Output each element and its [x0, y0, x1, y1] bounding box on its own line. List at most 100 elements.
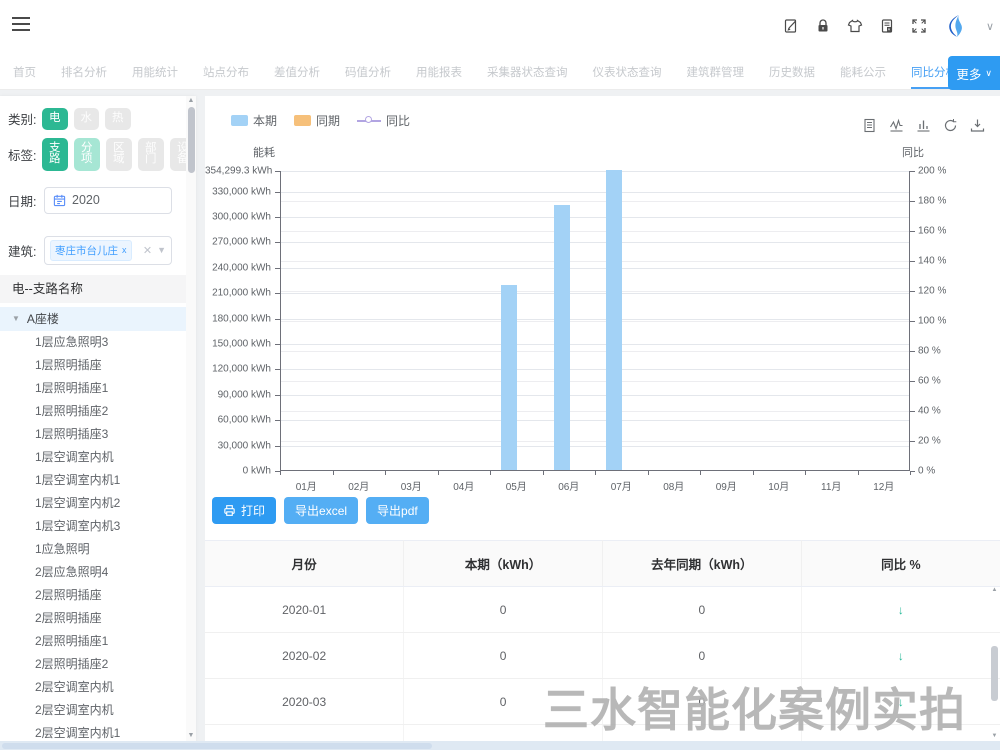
- tree-item[interactable]: 1层照明插座2: [0, 400, 196, 423]
- tree-item[interactable]: 1层照明插座1: [0, 377, 196, 400]
- tree-item[interactable]: 2层应急照明4: [0, 561, 196, 584]
- scroll-down-icon[interactable]: ▼: [186, 731, 196, 741]
- tab-差值分析[interactable]: 差值分析: [274, 56, 320, 89]
- yoy-bar-chart[interactable]: 354,299.3 kWh330,000 kWh300,000 kWh270,0…: [205, 96, 1000, 516]
- tag-chip-区域[interactable]: 区域: [106, 138, 132, 171]
- export-pdf-button[interactable]: 导出pdf: [366, 497, 429, 524]
- tab-bar: 首页 排名分析 用能统计站点分布 差值分析 码值分析用能报表采集器状态查询仪表状态查询建…: [0, 56, 1000, 90]
- select-clear-icon[interactable]: ✕: [143, 244, 152, 257]
- tab-建筑群管理[interactable]: 建筑群管理: [687, 56, 745, 89]
- tag-chip-部门[interactable]: 部门: [138, 138, 164, 171]
- tag-chip-支路[interactable]: 支路: [42, 138, 68, 171]
- tree-collapse-icon[interactable]: ▼: [12, 314, 20, 323]
- tree-item[interactable]: 1层照明插座: [0, 354, 196, 377]
- tab-历史数据[interactable]: 历史数据: [769, 56, 815, 89]
- table-row[interactable]: 2020-0400↓: [205, 725, 1000, 742]
- gridline-right: [281, 321, 909, 322]
- tree-item[interactable]: 2层照明插座1: [0, 630, 196, 653]
- category-chip-水[interactable]: 水: [74, 108, 100, 130]
- cell-last-year: 0: [603, 587, 802, 633]
- tree-item[interactable]: 1层空调室内机1: [0, 469, 196, 492]
- tree-item[interactable]: 2层空调室内机: [0, 699, 196, 722]
- y-axis-label-right: 200 %: [918, 166, 946, 177]
- y-tick: [910, 411, 915, 412]
- cell-last-year: 0: [603, 725, 802, 742]
- tree-item[interactable]: 1应急照明: [0, 538, 196, 561]
- table-scroll-down-icon[interactable]: ▼: [990, 732, 999, 741]
- tab-label: 差值分析: [274, 64, 320, 80]
- lock-icon[interactable]: [815, 18, 832, 35]
- gridline-left: [281, 268, 909, 269]
- y-axis-label-left: 120,000 kWh: [205, 364, 271, 375]
- bar-06月[interactable]: [554, 205, 570, 470]
- x-tick: [595, 471, 596, 475]
- cell-month: 2020-03: [205, 679, 404, 725]
- table-scrollbar-thumb[interactable]: [991, 646, 998, 701]
- tab-站点分布[interactable]: 站点分布: [203, 56, 249, 89]
- category-chip-热[interactable]: 热: [105, 108, 131, 130]
- tree-item[interactable]: 1层空调室内机2: [0, 492, 196, 515]
- select-caret-icon[interactable]: ▼: [157, 245, 166, 255]
- tab-排名分析[interactable]: 排名分析: [61, 56, 107, 89]
- yoy-data-table: 月份本期（kWh）去年同期（kWh）同比 % 2020-0100↓2020-02…: [205, 540, 1000, 741]
- tree-item[interactable]: 1层照明插座3: [0, 423, 196, 446]
- gridline-left: [281, 344, 909, 345]
- building-select[interactable]: 枣庄市台儿庄 x ✕ ▼: [44, 236, 172, 265]
- tree-root-node[interactable]: ▼A座楼: [0, 307, 196, 331]
- bar-07月[interactable]: [606, 170, 622, 470]
- table-row[interactable]: 2020-0300↓: [205, 679, 1000, 725]
- y-tick: [910, 261, 915, 262]
- tree-item[interactable]: 2层照明插座: [0, 584, 196, 607]
- edit-note-icon[interactable]: [783, 18, 800, 35]
- tree-item[interactable]: 2层空调室内机1: [0, 722, 196, 742]
- fullscreen-icon[interactable]: [911, 18, 928, 35]
- tree-item[interactable]: 1层空调室内机3: [0, 515, 196, 538]
- tag-close-icon[interactable]: x: [122, 245, 127, 255]
- tag-chip-分项[interactable]: 分项: [74, 138, 100, 171]
- gridline-left: [281, 171, 909, 172]
- tree-item[interactable]: 2层空调室内机: [0, 676, 196, 699]
- flame-logo[interactable]: [943, 12, 971, 40]
- x-axis-label: 07月: [595, 478, 648, 493]
- menu-icon[interactable]: [12, 17, 30, 35]
- y-axis-label-left: 354,299.3 kWh: [205, 166, 271, 177]
- gridline-left: [281, 420, 909, 421]
- table-row[interactable]: 2020-0200↓: [205, 633, 1000, 679]
- y-axis-label-left: 150,000 kWh: [205, 338, 271, 349]
- x-axis-label: 01月: [280, 478, 333, 493]
- more-button[interactable]: 更多∨: [948, 56, 1000, 90]
- theme-shirt-icon[interactable]: [847, 18, 864, 35]
- tab-采集器状态查询[interactable]: 采集器状态查询: [487, 56, 568, 89]
- export-excel-button[interactable]: 导出excel: [284, 497, 358, 524]
- tab-仪表状态查询[interactable]: 仪表状态查询: [593, 56, 662, 89]
- y-tick: [275, 395, 280, 396]
- scrollbar-thumb[interactable]: [188, 107, 195, 173]
- tab-能耗公示[interactable]: 能耗公示: [840, 56, 886, 89]
- tab-码值分析[interactable]: 码值分析: [345, 56, 391, 89]
- table-row[interactable]: 2020-0100↓: [205, 587, 1000, 633]
- date-input[interactable]: 2020: [44, 187, 172, 214]
- bar-05月[interactable]: [501, 285, 517, 470]
- id-badge-icon[interactable]: A: [879, 18, 896, 35]
- tree-item[interactable]: 1层空调室内机: [0, 446, 196, 469]
- tree-item[interactable]: 2层照明插座: [0, 607, 196, 630]
- horizontal-scrollbar-thumb[interactable]: [2, 743, 432, 749]
- scroll-up-icon[interactable]: ▲: [186, 96, 196, 106]
- category-chip-电[interactable]: 电: [42, 108, 68, 130]
- table-scrollbar[interactable]: ▲ ▼: [990, 586, 999, 741]
- print-button[interactable]: 打印: [212, 497, 276, 524]
- tree-item[interactable]: 1层应急照明3: [0, 331, 196, 354]
- horizontal-scrollbar[interactable]: [0, 741, 1000, 750]
- cell-last-year: 0: [603, 679, 802, 725]
- table-scroll-up-icon[interactable]: ▲: [990, 586, 999, 595]
- sidebar-scrollbar[interactable]: ▲ ▼: [186, 96, 196, 741]
- tab-用能报表[interactable]: 用能报表: [416, 56, 462, 89]
- gridline-right: [281, 231, 909, 232]
- tab-用能统计[interactable]: 用能统计: [132, 56, 178, 89]
- tab-首页[interactable]: 首页: [13, 56, 36, 89]
- tab-label: 排名分析: [61, 64, 107, 80]
- chevron-down-icon[interactable]: ∨: [986, 20, 994, 33]
- x-axis-label: 03月: [385, 478, 438, 493]
- y-axis-label-left: 240,000 kWh: [205, 262, 271, 273]
- tree-item[interactable]: 2层照明插座2: [0, 653, 196, 676]
